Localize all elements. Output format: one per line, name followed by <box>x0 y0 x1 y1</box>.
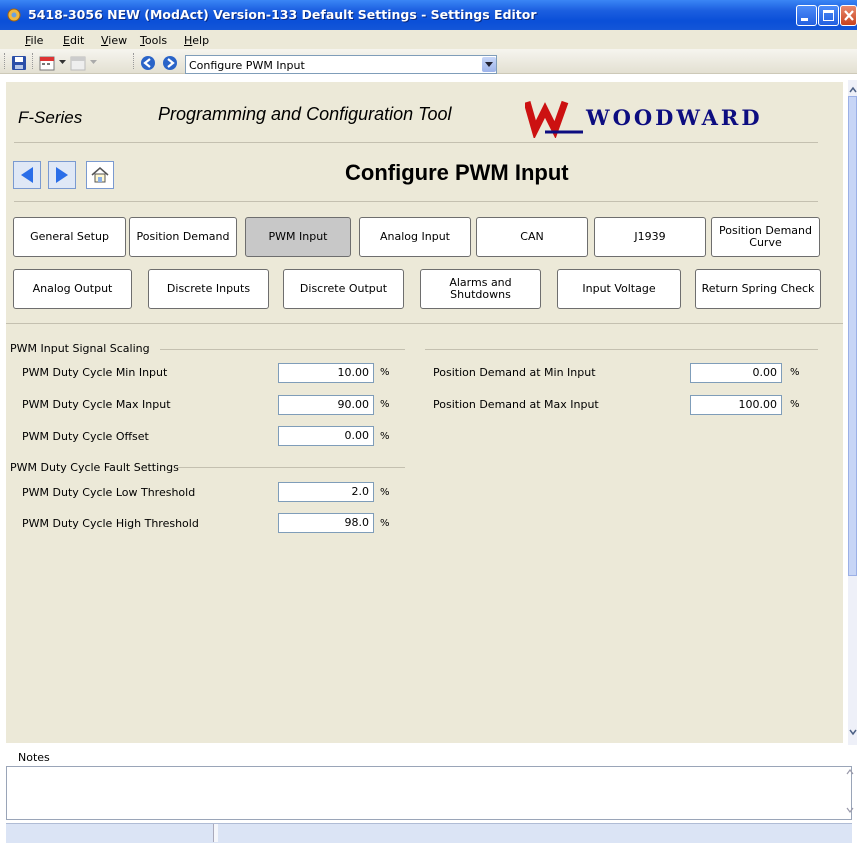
dropdown-arrow-icon[interactable] <box>59 60 66 65</box>
forward-icon[interactable] <box>162 55 178 71</box>
position-max-field[interactable]: 100.00 <box>690 395 782 415</box>
close-icon <box>844 10 854 21</box>
notes-scroll-down-icon[interactable] <box>846 806 854 814</box>
high-threshold-field[interactable]: 98.0 <box>278 513 374 533</box>
tab-input-voltage[interactable]: Input Voltage <box>557 269 681 309</box>
tab-analog-input[interactable]: Analog Input <box>359 217 471 257</box>
field-label-high-threshold: PWM Duty Cycle High Threshold <box>22 517 199 530</box>
notes-textarea[interactable] <box>6 766 852 820</box>
status-bar <box>6 823 852 843</box>
tab-return-spring-check[interactable]: Return Spring Check <box>695 269 821 309</box>
unit-label: % <box>380 487 390 498</box>
toolbar-grip <box>32 53 35 69</box>
menu-bar <box>0 30 857 49</box>
nav-back-button[interactable] <box>13 161 41 189</box>
scroll-down-icon[interactable] <box>849 728 857 736</box>
title-divider <box>14 201 818 202</box>
header-divider <box>14 142 818 143</box>
field-label-low-threshold: PWM Duty Cycle Low Threshold <box>22 486 196 499</box>
tab-position-demand[interactable]: Position Demand <box>129 217 237 257</box>
group-label-fault-settings: PWM Duty Cycle Fault Settings <box>10 461 179 474</box>
tab-discrete-output[interactable]: Discrete Output <box>283 269 404 309</box>
menu-edit[interactable]: Edit <box>63 34 84 47</box>
home-icon <box>91 167 109 183</box>
toolbar-grip <box>4 53 7 69</box>
group-divider <box>175 467 405 468</box>
chevron-down-icon <box>485 62 493 67</box>
nav-forward-button[interactable] <box>48 161 76 189</box>
unit-label: % <box>380 431 390 442</box>
page-title: Configure PWM Input <box>345 160 569 185</box>
window-title: 5418-3056 NEW (ModAct) Version-133 Defau… <box>28 7 537 22</box>
tab-general-setup[interactable]: General Setup <box>13 217 126 257</box>
notes-label: Notes <box>18 751 50 764</box>
minimize-button[interactable] <box>796 5 817 26</box>
unit-label: % <box>790 367 800 378</box>
scrollbar-thumb[interactable] <box>848 96 857 576</box>
menu-help[interactable]: Help <box>184 34 209 47</box>
close-button[interactable] <box>840 5 857 26</box>
tool-name: Programming and Configuration Tool <box>158 104 452 124</box>
unit-label: % <box>380 518 390 529</box>
home-button[interactable] <box>86 161 114 189</box>
offset-field[interactable]: 0.00 <box>278 426 374 446</box>
forward-arrow-icon <box>56 167 68 183</box>
tab-alarms-and-shutdowns[interactable]: Alarms and Shutdowns <box>420 269 541 309</box>
toolbar-grip <box>133 53 136 69</box>
tab-position-demand-curve[interactable]: Position Demand Curve <box>711 217 820 257</box>
tab-pwm-input[interactable]: PWM Input <box>245 217 351 257</box>
field-label-position-min: Position Demand at Min Input <box>433 366 596 379</box>
tab-discrete-inputs[interactable]: Discrete Inputs <box>148 269 269 309</box>
back-icon[interactable] <box>140 55 156 71</box>
status-bar-divider <box>213 824 218 842</box>
tab-analog-output[interactable]: Analog Output <box>13 269 132 309</box>
menu-view[interactable]: View <box>101 34 127 47</box>
field-label-min-input: PWM Duty Cycle Min Input <box>22 366 168 379</box>
page-select-value: Configure PWM Input <box>189 59 305 72</box>
field-label-offset: PWM Duty Cycle Offset <box>22 430 149 443</box>
low-threshold-field[interactable]: 2.0 <box>278 482 374 502</box>
min-input-field[interactable]: 10.00 <box>278 363 374 383</box>
calendar-disabled-icon <box>70 56 86 71</box>
group-label-signal-scaling: PWM Input Signal Scaling <box>10 342 150 355</box>
tab-can[interactable]: CAN <box>476 217 588 257</box>
group-divider <box>160 349 405 350</box>
tab-j1939[interactable]: J1939 <box>594 217 706 257</box>
field-label-position-max: Position Demand at Max Input <box>433 398 599 411</box>
maximize-button[interactable] <box>818 5 839 26</box>
notes-scroll-up-icon[interactable] <box>846 768 854 776</box>
max-input-field[interactable]: 90.00 <box>278 395 374 415</box>
back-arrow-icon <box>21 167 33 183</box>
minimize-icon <box>801 18 808 21</box>
brand-name: WOODWARD <box>586 105 763 130</box>
save-icon[interactable] <box>11 55 27 71</box>
woodward-logo-icon <box>525 100 583 138</box>
unit-label: % <box>790 399 800 410</box>
menu-tools[interactable]: Tools <box>140 34 167 47</box>
page-select-dropdown-button[interactable] <box>482 57 496 72</box>
tabs-divider <box>6 323 843 324</box>
unit-label: % <box>380 367 390 378</box>
maximize-icon <box>823 10 834 21</box>
menu-file[interactable]: File <box>25 34 43 47</box>
scroll-up-icon[interactable] <box>849 86 857 94</box>
unit-label: % <box>380 399 390 410</box>
dropdown-arrow-icon <box>90 60 97 64</box>
group-divider <box>425 349 818 350</box>
position-min-field[interactable]: 0.00 <box>690 363 782 383</box>
calendar-icon[interactable] <box>39 55 57 71</box>
series-label: F-Series <box>18 108 83 127</box>
app-icon <box>7 8 21 22</box>
field-label-max-input: PWM Duty Cycle Max Input <box>22 398 171 411</box>
